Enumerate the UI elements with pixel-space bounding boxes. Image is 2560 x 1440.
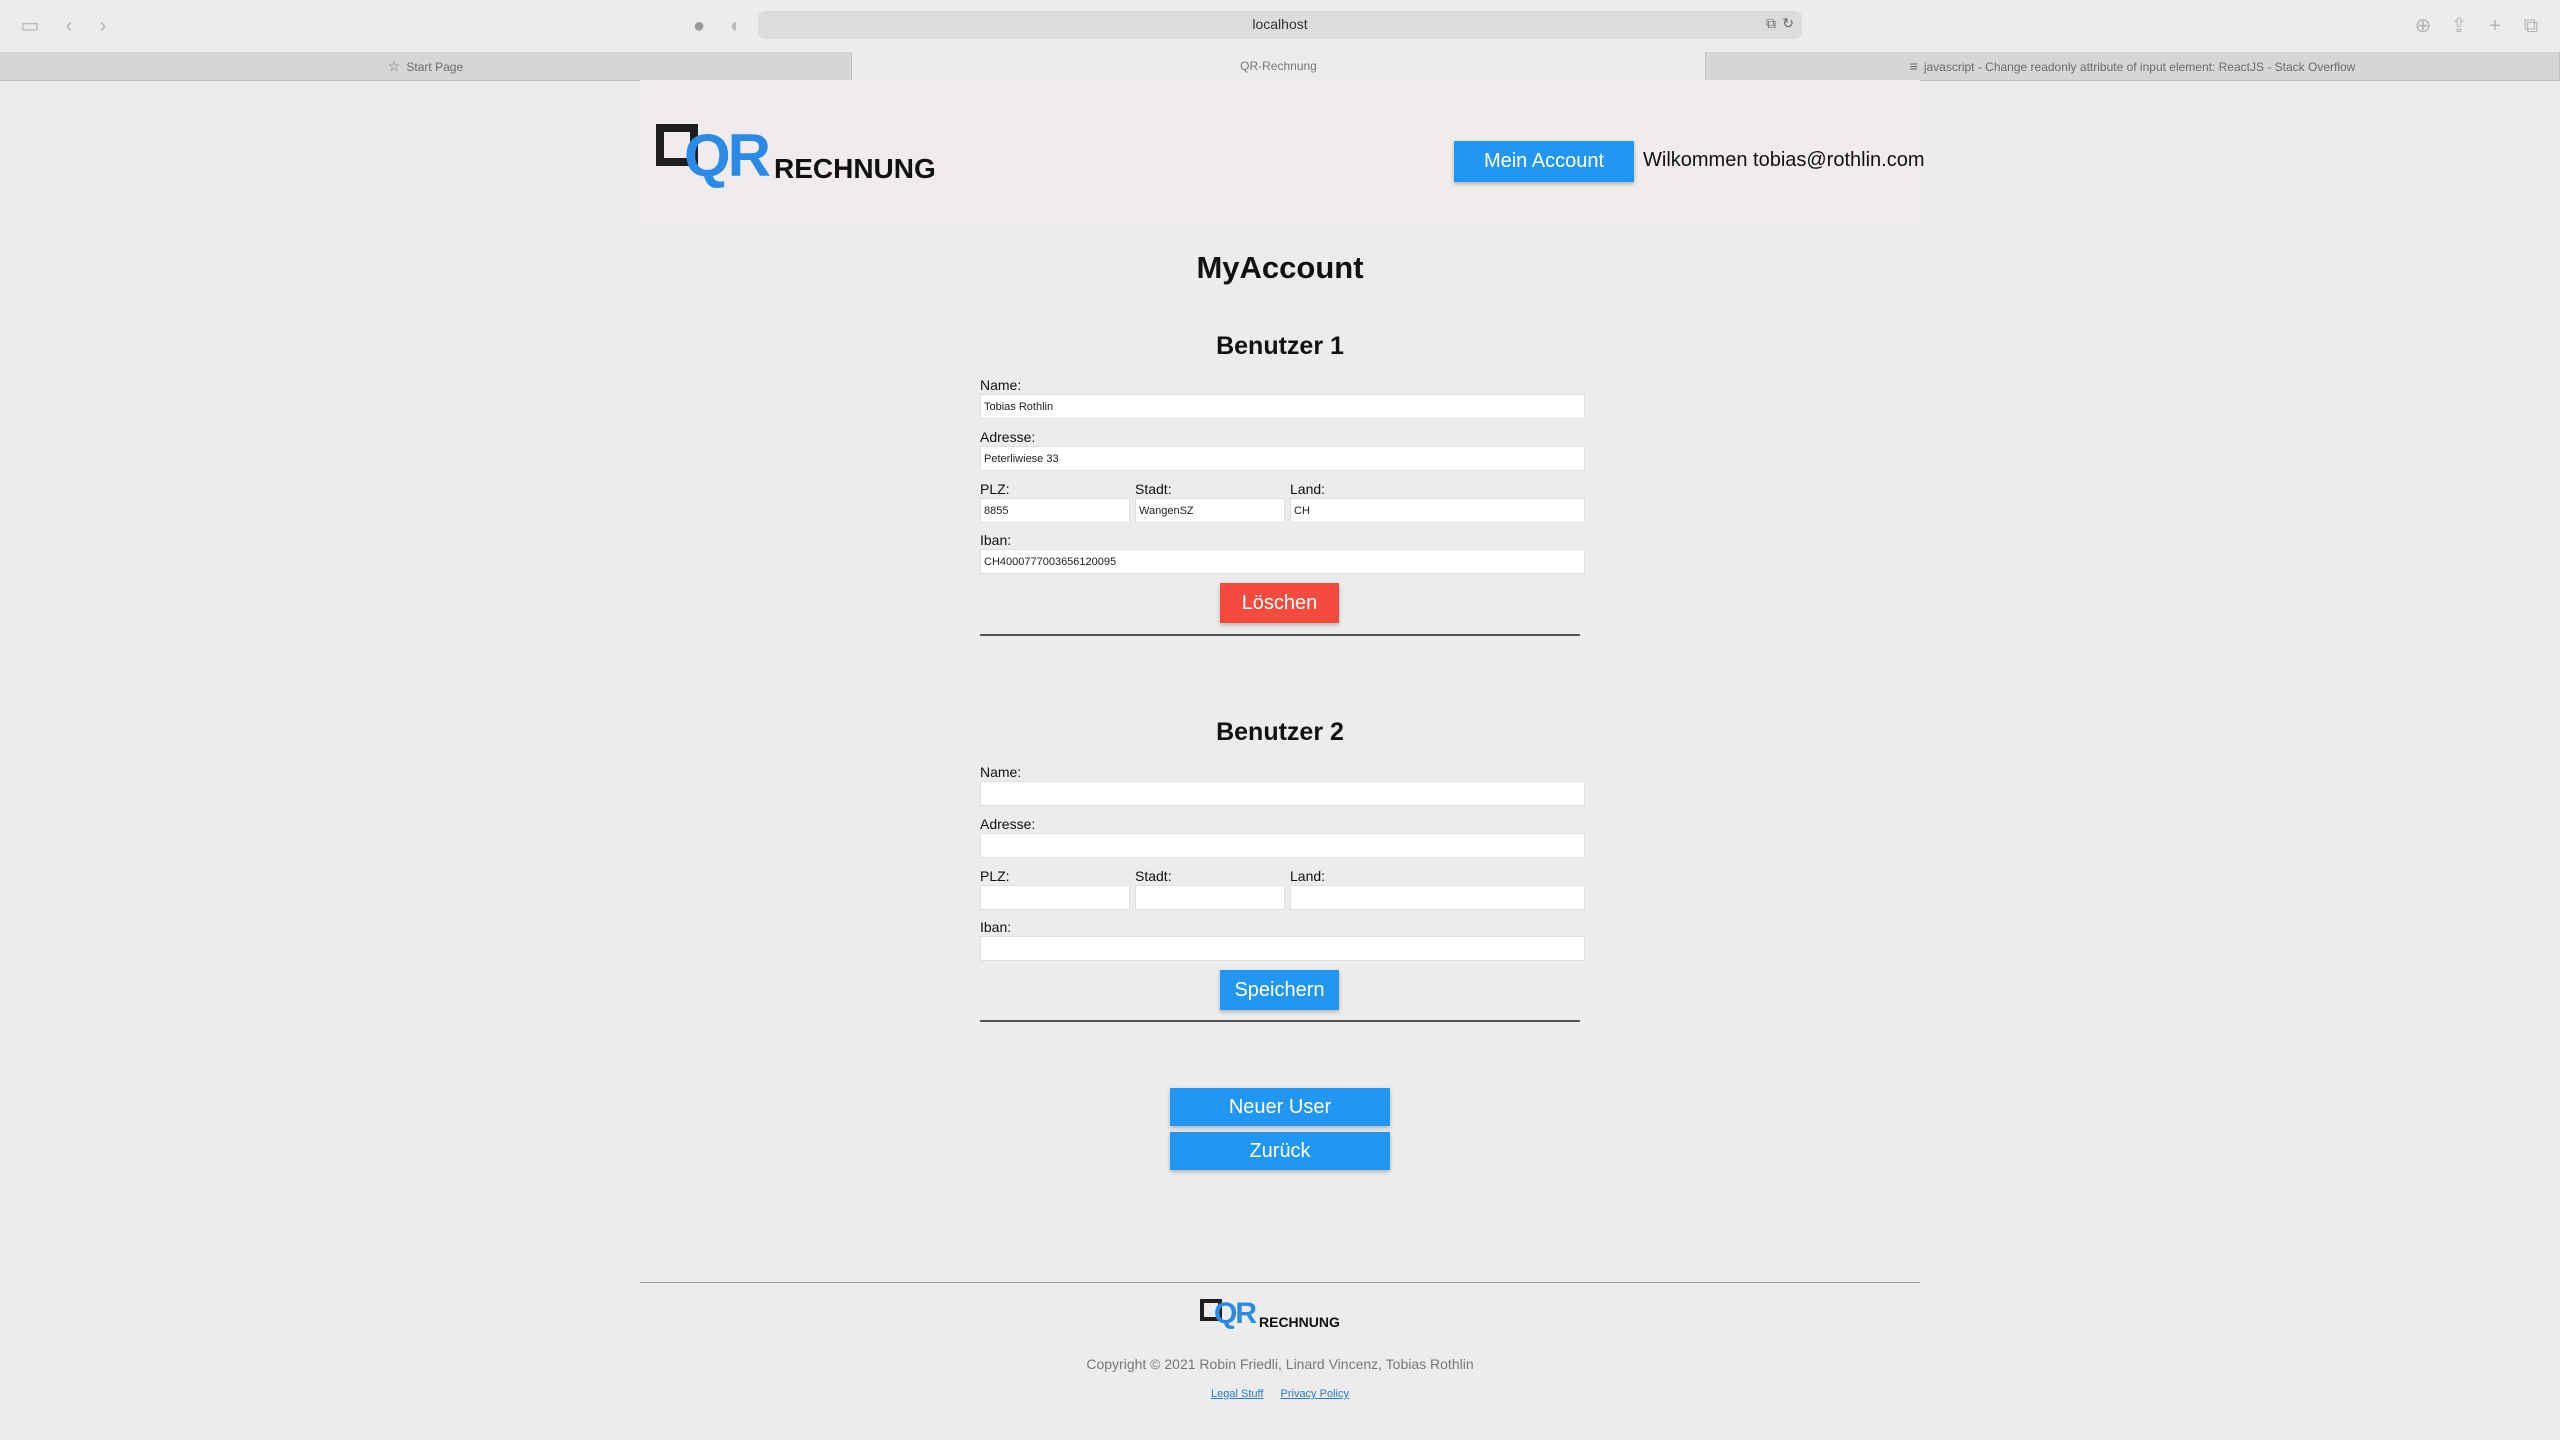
footer-logo: QR RECHNUNG	[1200, 1298, 1340, 1332]
footer-logo-text: RECHNUNG	[1259, 1314, 1340, 1330]
reload-icon[interactable]: ↻	[1782, 15, 1794, 32]
user-1-iban-input[interactable]	[980, 549, 1585, 574]
user-1-city-input[interactable]	[1135, 498, 1285, 523]
back-icon[interactable]: ‹	[56, 14, 82, 38]
privacy-policy-link[interactable]: Privacy Policy	[1281, 1388, 1349, 1400]
name-label: Name:	[980, 377, 1022, 393]
site-logo[interactable]: QR RECHNUNG	[656, 120, 936, 192]
logo-text: RECHNUNG	[774, 153, 936, 184]
save-user-2-button[interactable]: Speichern	[1220, 970, 1339, 1010]
copyright-text: Copyright © 2021 Robin Friedli, Linard V…	[1086, 1356, 1474, 1372]
tab-overview-icon[interactable]: ⧉	[2518, 14, 2544, 38]
extension-icon[interactable]: ●	[686, 14, 712, 38]
user-1-address-input[interactable]	[980, 446, 1585, 471]
tab-qr-rechnung[interactable]: QR-Rechnung	[852, 52, 1706, 80]
user-2-city-input[interactable]	[1135, 885, 1285, 910]
welcome-text: Wilkommen tobias@rothlin.com	[1643, 149, 1925, 171]
downloads-icon[interactable]: ⊕	[2410, 14, 2436, 38]
user-1-title: Benutzer 1	[1216, 332, 1344, 360]
sidebar-toggle-icon[interactable]: ▭	[17, 14, 43, 38]
user-1-name-input[interactable]	[980, 394, 1585, 419]
delete-user-1-button[interactable]: Löschen	[1220, 583, 1339, 623]
country-label: Land:	[1290, 481, 1326, 497]
tab-stackoverflow[interactable]: ≡ javascript - Change readonly attribute …	[1706, 52, 2560, 80]
plz-label: PLZ:	[980, 868, 1010, 884]
tab-label: Start Page	[406, 60, 464, 74]
forward-icon[interactable]: ›	[90, 14, 116, 38]
translate-icon[interactable]: ⧉	[1766, 15, 1776, 32]
tab-label: QR-Rechnung	[1240, 59, 1317, 73]
user-2-plz-input[interactable]	[980, 885, 1130, 910]
new-user-button[interactable]: Neuer User	[1170, 1088, 1390, 1126]
user-2-title: Benutzer 2	[1216, 718, 1344, 746]
tab-bar: ☆ Start Page QR-Rechnung ≡ javascript - Ch…	[0, 52, 2560, 81]
privacy-shield-icon[interactable]: ◐	[723, 14, 749, 38]
divider	[980, 1020, 1580, 1022]
user-2-country-input[interactable]	[1290, 885, 1585, 910]
star-icon: ☆	[387, 58, 401, 74]
plz-label: PLZ:	[980, 481, 1010, 497]
site-header: QR RECHNUNG Mein Account Wilkommen tobia…	[640, 80, 1925, 227]
user-2-address-input[interactable]	[980, 833, 1585, 858]
iban-label: Iban:	[980, 532, 1012, 548]
footer-links: Legal Stuff Privacy Policy	[0, 1388, 2560, 1400]
user-2-name-input[interactable]	[980, 781, 1585, 806]
divider	[980, 634, 1580, 636]
tab-label: javascript - Change readonly attribute o…	[1923, 60, 2356, 74]
address-label: Adresse:	[980, 816, 1036, 832]
address-label: Adresse:	[980, 429, 1036, 445]
browser-toolbar: ▭ ‹ › ● ◐ localhost ⧉ ↻ ⊕ ⇪ + ⧉	[0, 0, 2560, 53]
footer-logo-qr: QR	[1214, 1297, 1257, 1330]
footer-divider	[640, 1282, 1920, 1283]
new-tab-icon[interactable]: +	[2482, 14, 2508, 38]
page-title: MyAccount	[1196, 250, 1364, 285]
address-bar[interactable]: localhost ⧉ ↻	[758, 11, 1802, 39]
url-text: localhost	[1252, 16, 1308, 32]
logo-qr: QR	[684, 122, 771, 189]
share-icon[interactable]: ⇪	[2446, 14, 2472, 38]
back-button[interactable]: Zurück	[1170, 1132, 1390, 1170]
tab-start-page[interactable]: ☆ Start Page	[0, 52, 852, 80]
stackoverflow-icon: ≡	[1909, 58, 1918, 74]
user-1-plz-input[interactable]	[980, 498, 1130, 523]
legal-stuff-link[interactable]: Legal Stuff	[1211, 1388, 1263, 1400]
city-label: Stadt:	[1135, 481, 1172, 497]
my-account-button[interactable]: Mein Account	[1454, 141, 1634, 182]
country-label: Land:	[1290, 868, 1326, 884]
user-2-iban-input[interactable]	[980, 936, 1585, 961]
user-1-country-input[interactable]	[1290, 498, 1585, 523]
iban-label: Iban:	[980, 919, 1012, 935]
name-label: Name:	[980, 764, 1022, 780]
city-label: Stadt:	[1135, 868, 1172, 884]
